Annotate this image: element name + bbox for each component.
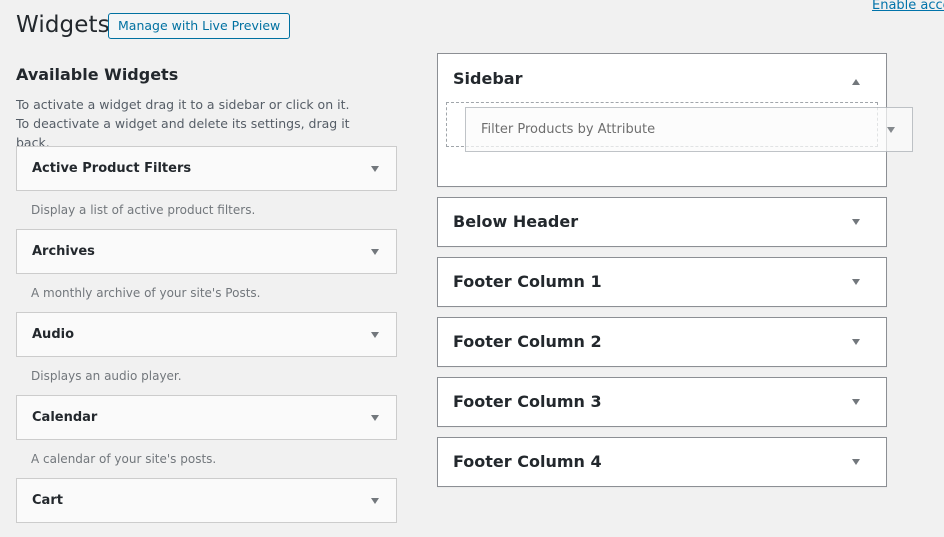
page-title: Widgets (16, 12, 110, 38)
widget-calendar[interactable]: Calendar (16, 395, 397, 440)
chevron-down-icon[interactable] (371, 497, 379, 504)
manage-with-live-preview-button[interactable]: Manage with Live Preview (108, 13, 291, 39)
sidebar-area-footer-column-1[interactable]: Footer Column 1 (437, 257, 887, 307)
sidebar-area-title: Below Header (453, 212, 579, 231)
widget-archives[interactable]: Archives (16, 229, 397, 274)
sidebar-area-title: Footer Column 1 (453, 272, 602, 291)
widget-description: Display a list of active product filters… (31, 203, 256, 217)
sidebar-area-title: Footer Column 3 (453, 392, 602, 411)
sidebar-area-footer-column-4[interactable]: Footer Column 4 (437, 437, 887, 487)
available-widgets-heading: Available Widgets (16, 65, 179, 84)
chevron-down-icon[interactable] (371, 248, 379, 255)
chevron-down-icon[interactable] (371, 331, 379, 338)
chevron-up-icon[interactable] (852, 79, 860, 85)
sidebar-area-title: Footer Column 4 (453, 452, 602, 471)
chevron-down-icon[interactable] (852, 279, 860, 285)
dragging-widget[interactable]: Filter Products by Attribute (465, 107, 913, 152)
widget-title: Audio (32, 327, 75, 342)
chevron-down-icon[interactable] (887, 126, 895, 133)
chevron-down-icon[interactable] (852, 459, 860, 465)
widget-description: A calendar of your site's posts. (31, 452, 217, 466)
widget-title: Cart (32, 493, 63, 508)
sidebar-area-title: Footer Column 2 (453, 332, 602, 351)
widget-active-product-filters[interactable]: Active Product Filters (16, 146, 397, 191)
available-widgets-list: Active Product Filters Display a list of… (16, 146, 397, 523)
chevron-down-icon[interactable] (852, 399, 860, 405)
widget-description: Displays an audio player. (31, 369, 182, 383)
widget-title: Archives (32, 244, 95, 259)
widget-audio[interactable]: Audio (16, 312, 397, 357)
widget-title: Filter Products by Attribute (481, 122, 656, 137)
widget-title: Calendar (32, 410, 98, 425)
sidebar-area-below-header[interactable]: Below Header (437, 197, 887, 247)
sidebar-area-footer-column-2[interactable]: Footer Column 2 (437, 317, 887, 367)
sidebar-area-footer-column-3[interactable]: Footer Column 3 (437, 377, 887, 427)
chevron-down-icon[interactable] (852, 339, 860, 345)
widget-title: Active Product Filters (32, 161, 192, 176)
chevron-down-icon[interactable] (371, 165, 379, 172)
widget-cart[interactable]: Cart (16, 478, 397, 523)
widget-description: A monthly archive of your site's Posts. (31, 286, 261, 300)
enable-accessibility-mode-link[interactable]: Enable accessibility mode (872, 0, 944, 13)
sidebar-area-title: Sidebar (453, 69, 523, 88)
chevron-down-icon[interactable] (852, 219, 860, 225)
available-widgets-description: To activate a widget drag it to a sideba… (16, 97, 350, 150)
chevron-down-icon[interactable] (371, 414, 379, 421)
